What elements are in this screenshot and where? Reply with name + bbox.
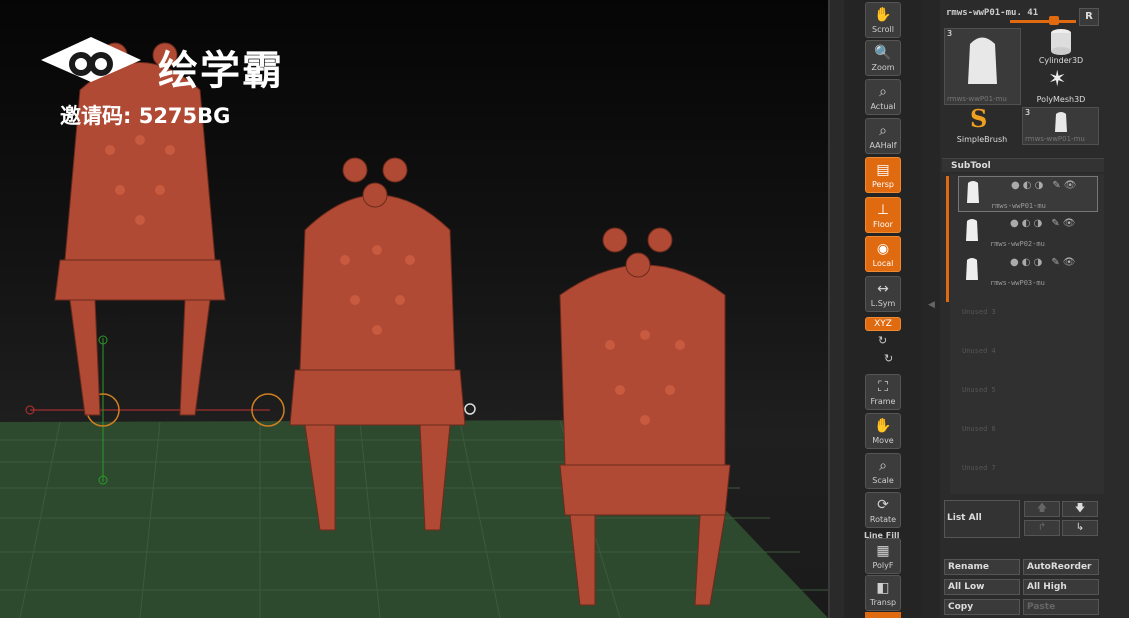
local-icon: ◉ [876,241,890,257]
visibility-toggles-icon[interactable]: ●◐◑ ✎👁 [1010,257,1078,268]
chair-thumb-icon [966,258,978,280]
tool-slider-knob[interactable] [1049,16,1059,25]
aahalf-button[interactable]: ⌕ AAHalf [865,118,901,154]
r-button[interactable]: R [1079,8,1099,26]
local-button[interactable]: ◉ Local [865,236,901,272]
chair-thumb-icon [967,181,979,203]
copy-button[interactable]: Copy [944,599,1020,615]
unused-slot: Unused 3 [962,308,996,316]
simplebrush-icon[interactable]: S [970,104,987,133]
brand-name: 绘学霸 [158,48,284,94]
cylinder3d-label: Cylinder3D [1038,56,1084,65]
more-button-edge[interactable] [865,612,901,618]
viewport-canvas[interactable]: 绘学霸 邀请码: 5275BG [0,0,828,618]
rotate-icon: ⟳ [877,497,889,513]
subtool-item[interactable]: ●◐◑ ✎👁 rmws-wwP03-mu [958,254,1098,290]
chair-thumb-icon [966,219,978,241]
chair-model-3[interactable] [550,215,740,610]
rotate-button[interactable]: ⟳ Rotate [865,492,901,528]
all-high-button[interactable]: All High [1023,579,1099,595]
cylinder3d-icon[interactable] [1046,27,1076,57]
move-down-button[interactable]: 🡇 [1062,501,1098,517]
hand-icon: ✋ [874,7,892,23]
all-low-button[interactable]: All Low [944,579,1020,595]
frame-icon: ⛶ [878,379,888,395]
unused-slot: Unused 4 [962,347,996,355]
invite-code: 邀请码: 5275BG [60,104,231,128]
zoom-icon: 🔍 [874,45,892,61]
scale-icon: ⌕ [879,458,887,474]
paste-button[interactable]: Paste [1023,599,1099,615]
aahalf-icon: ⌕ [879,123,887,139]
move-down-right-button[interactable]: ↳ [1062,520,1098,536]
tool-slider[interactable] [1010,20,1076,23]
rename-button[interactable]: Rename [944,559,1020,575]
frame-button[interactable]: ⛶ Frame [865,374,901,410]
actual-button[interactable]: ⌕ Actual [865,79,901,115]
autoreorder-button[interactable]: AutoReorder [1023,559,1099,575]
list-all-button[interactable]: List All [944,500,1020,538]
chair-model-2[interactable] [285,140,470,540]
subtool-header[interactable]: SubTool [942,158,1104,172]
rotate-y-icon[interactable]: ↻ [878,334,887,347]
move-up-button[interactable]: 🡅 [1024,501,1060,517]
subtool-scrollbar[interactable] [946,176,949,302]
move-icon: ✋ [874,418,892,434]
visibility-toggles-icon[interactable]: ●◐◑ ✎👁 [1011,180,1079,191]
chair-thumb-icon [968,37,997,84]
move-up-right-button[interactable]: ↱ [1024,520,1060,536]
persp-button[interactable]: ▤ Persp [865,157,901,193]
chair-thumb-icon [1055,112,1067,132]
tray-divider: ◀ [922,0,942,618]
lsym-button[interactable]: ↔ L.Sym [865,276,901,312]
polymesh3d-icon[interactable]: ✶ [1048,67,1066,92]
perspective-icon: ▤ [876,162,890,178]
collapse-arrow-icon[interactable]: ◀ [928,300,935,310]
zoom-button[interactable]: 🔍 Zoom [865,40,901,76]
move-button[interactable]: ✋ Move [865,413,901,449]
actual-icon: ⌕ [879,84,887,100]
xyz-icon: XYZ [874,319,892,329]
transparency-icon: ◧ [876,580,890,596]
brand-logo-icon [41,37,141,82]
floor-button[interactable]: ⊥ Floor [865,197,901,233]
unused-slot: Unused 6 [962,425,996,433]
simplebrush-label: SimpleBrush [956,135,1008,144]
rotate-z-icon[interactable]: ↻ [884,352,893,365]
viewport-divider [828,0,844,618]
floor-icon: ⊥ [876,202,890,218]
tool-thumb-main[interactable]: 3 rmws-wwP01-mu [944,28,1021,105]
subtool-item[interactable]: ●◐◑ ✎👁 rmws-wwP01-mu [958,176,1098,212]
symmetry-icon: ↔ [877,281,889,297]
subtool-item[interactable]: ●◐◑ ✎👁 rmws-wwP02-mu [958,215,1098,251]
unused-slot: Unused 7 [962,464,996,472]
transp-button[interactable]: ◧ Transp [865,575,901,611]
scale-button[interactable]: ⌕ Scale [865,453,901,489]
tool-thumb-secondary[interactable]: 3 rmws-wwP01-mu [1022,107,1099,145]
xyz-button[interactable]: XYZ [865,317,901,331]
visibility-toggles-icon[interactable]: ●◐◑ ✎👁 [1010,218,1078,229]
scroll-button[interactable]: ✋ Scroll [865,2,901,38]
current-tool-name: rmws-wwP01-mu. 41 [946,8,1039,18]
polyf-button[interactable]: ▦ PolyF [865,538,901,574]
unused-slot: Unused 5 [962,386,996,394]
polymesh3d-label: PolyMesh3D [1036,95,1086,104]
polyframe-icon: ▦ [876,543,890,559]
